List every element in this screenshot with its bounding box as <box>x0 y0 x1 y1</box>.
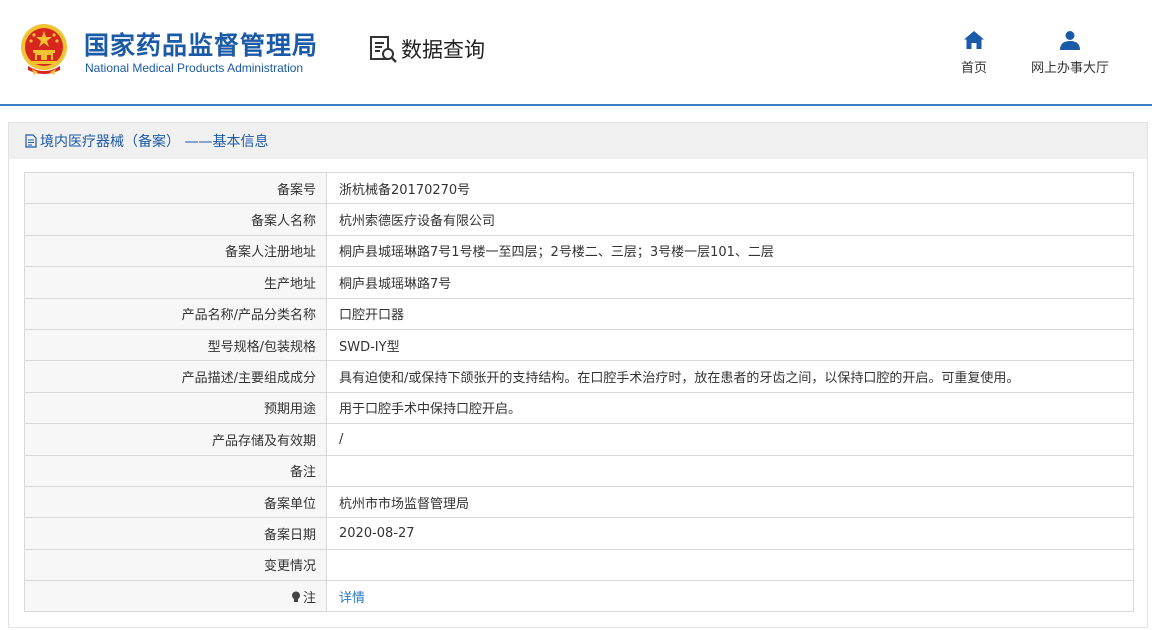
row-value: 浙杭械备20170270号 <box>326 171 1134 205</box>
nav-online-service-hall[interactable]: 网上办事大厅 <box>1020 30 1120 76</box>
row-value: 具有迫使和/或保持下颌张开的支持结构。在口腔手术治疗时，放在患者的牙齿之间，以保… <box>326 360 1134 393</box>
device-info-panel: 境内医疗器械（备案） ——基本信息 备案号 浙杭械备20170270号 备案人名称… <box>8 122 1148 628</box>
table-row: 产品描述/主要组成成分 具有迫使和/或保持下颌张开的支持结构。在口腔手术治疗时，放… <box>24 360 1134 393</box>
row-value: 杭州市市场监督管理局 <box>326 485 1134 519</box>
header-divider <box>0 104 1152 106</box>
row-key: 变更情况 <box>24 548 327 582</box>
row-key: 产品描述/主要组成成分 <box>24 360 327 393</box>
row-value <box>326 548 1134 582</box>
document-search-icon <box>370 36 397 63</box>
row-value: 桐庐县城瑶琳路7号 <box>326 266 1134 299</box>
table-row: 备案号 浙杭械备20170270号 <box>24 171 1134 205</box>
basic-info-table: 备案号 浙杭械备20170270号 备案人名称 杭州索德医疗设备有限公司 备案人注册… <box>24 171 1134 613</box>
document-icon <box>25 134 37 148</box>
table-row: 产品名称/产品分类名称 口腔开口器 <box>24 297 1134 330</box>
row-key: 预期用途 <box>24 391 327 425</box>
note-key-label: 注 <box>302 590 316 606</box>
lightbulb-icon <box>291 591 300 602</box>
home-icon <box>964 31 984 49</box>
agency-title-cn: 国家药品监督管理局 <box>84 31 319 60</box>
data-query-heading: 数据查询 <box>368 34 485 64</box>
nav-home[interactable]: 首页 <box>948 30 1000 76</box>
row-value: SWD-IY型 <box>326 328 1134 362</box>
row-value: 口腔开口器 <box>326 297 1134 330</box>
note-key: 注 <box>24 580 327 613</box>
row-value: 用于口腔手术中保持口腔开启。 <box>326 391 1134 425</box>
user-icon <box>1060 31 1080 50</box>
national-emblem-icon <box>21 24 67 75</box>
row-key: 备案日期 <box>24 517 327 550</box>
panel-header: 境内医疗器械（备案） ——基本信息 <box>9 123 1147 159</box>
row-key: 产品名称/产品分类名称 <box>24 297 327 330</box>
row-value: 杭州索德医疗设备有限公司 <box>326 203 1134 236</box>
row-value <box>326 454 1134 487</box>
site-header: 国家药品监督管理局 National Medical Products Admi… <box>0 0 1152 104</box>
row-key: 备案单位 <box>24 485 327 519</box>
panel-title: 境内医疗器械（备案） ——基本信息 <box>40 134 269 150</box>
row-key: 备案人注册地址 <box>24 234 327 268</box>
nav-home-label: 首页 <box>960 61 987 76</box>
data-query-label: 数据查询 <box>401 38 485 62</box>
table-row: 备注 <box>24 454 1134 487</box>
table-row: 产品存储及有效期 / <box>24 423 1134 456</box>
row-key: 产品存储及有效期 <box>24 423 327 456</box>
row-key: 生产地址 <box>24 266 327 299</box>
row-value: / <box>326 423 1134 456</box>
table-row: 备案日期 2020-08-27 <box>24 517 1134 550</box>
note-value: 详情 <box>326 580 1134 613</box>
table-row: 备案人名称 杭州索德医疗设备有限公司 <box>24 203 1134 236</box>
row-key: 备案人名称 <box>24 203 327 236</box>
table-row: 变更情况 <box>24 548 1134 582</box>
table-row: 备案人注册地址 桐庐县城瑶琳路7号1号楼一至四层；2号楼二、三层；3号楼一层101… <box>24 234 1134 268</box>
table-row: 生产地址 桐庐县城瑶琳路7号 <box>24 266 1134 299</box>
row-key: 型号规格/包装规格 <box>24 328 327 362</box>
row-key: 备案号 <box>24 171 327 205</box>
agency-title-en: National Medical Products Administration <box>85 61 304 75</box>
row-key: 备注 <box>24 454 327 487</box>
details-link[interactable]: 详情 <box>339 591 365 606</box>
table-row-note: 注 详情 <box>24 580 1134 613</box>
table-row: 备案单位 杭州市市场监督管理局 <box>24 485 1134 519</box>
table-row: 型号规格/包装规格 SWD-IY型 <box>24 328 1134 362</box>
table-row: 预期用途 用于口腔手术中保持口腔开启。 <box>24 391 1134 425</box>
row-value: 桐庐县城瑶琳路7号1号楼一至四层；2号楼二、三层；3号楼一层101、二层 <box>326 234 1134 268</box>
nav-online-service-hall-label: 网上办事大厅 <box>1030 61 1109 76</box>
row-value: 2020-08-27 <box>326 517 1134 550</box>
